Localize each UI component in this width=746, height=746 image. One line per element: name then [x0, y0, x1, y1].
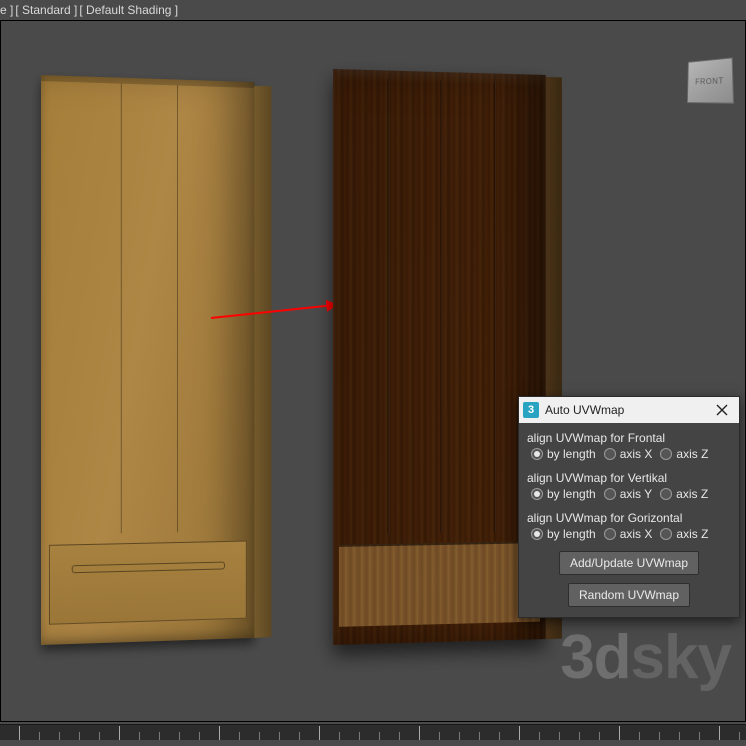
timeline-tick: [639, 732, 640, 740]
timeline-tick: [259, 732, 260, 740]
viewport-name-fragment: e ]: [0, 3, 13, 17]
timeline-tick: [199, 732, 200, 740]
group-frontal: align UVWmap for Frontal by length axis …: [527, 431, 731, 463]
timeline-tick: [299, 732, 300, 740]
viewport-shading[interactable]: [ Default Shading ]: [79, 3, 178, 17]
timeline-tick: [739, 732, 740, 740]
timeline-tick: [159, 732, 160, 740]
radio-gorizontal-x[interactable]: axis X: [604, 527, 653, 541]
timeline-tick: [19, 726, 20, 740]
timeline-tick: [619, 726, 620, 740]
timeline-tick: [119, 726, 120, 740]
timeline-tick: [539, 732, 540, 740]
viewport-label: e ] [ Standard ] [ Default Shading ]: [0, 0, 178, 20]
group-vertikal-label: align UVWmap for Vertikal: [527, 471, 731, 485]
timeline-tick: [559, 732, 560, 740]
add-update-uvwmap-button[interactable]: Add/Update UVWmap: [559, 551, 699, 575]
timeline-tick: [579, 732, 580, 740]
timeline-tick: [59, 732, 60, 740]
timeline-tick: [379, 732, 380, 740]
model-wardrobe-untextured[interactable]: [41, 75, 254, 645]
timeline-tick: [439, 732, 440, 740]
radio-frontal-x[interactable]: axis X: [604, 447, 653, 461]
radio-gorizontal-z[interactable]: axis Z: [660, 527, 708, 541]
watermark-text: sky: [631, 623, 731, 692]
viewcube-face-label: FRONT: [695, 76, 724, 86]
radio-gorizontal-length[interactable]: by length: [531, 527, 596, 541]
model-wardrobe-textured[interactable]: [333, 69, 546, 645]
timeline-tick: [679, 732, 680, 740]
timeline[interactable]: [0, 724, 746, 740]
timeline-tick: [499, 732, 500, 740]
timeline-tick: [479, 732, 480, 740]
timeline-tick: [359, 732, 360, 740]
timeline-tick: [239, 732, 240, 740]
timeline-tick: [179, 732, 180, 740]
radio-frontal-length[interactable]: by length: [531, 447, 596, 461]
timeline-tick: [519, 726, 520, 740]
dialog-title: Auto UVWmap: [545, 403, 624, 417]
viewport-mode[interactable]: [ Standard ]: [15, 3, 77, 17]
timeline-tick: [319, 726, 320, 740]
timeline-tick: [659, 732, 660, 740]
group-gorizontal: align UVWmap for Gorizontal by length ax…: [527, 511, 731, 543]
radio-frontal-z[interactable]: axis Z: [660, 447, 708, 461]
timeline-tick: [599, 732, 600, 740]
group-frontal-label: align UVWmap for Frontal: [527, 431, 731, 445]
app-icon: 3: [523, 402, 539, 418]
radio-vertikal-z[interactable]: axis Z: [660, 487, 708, 501]
timeline-tick: [39, 732, 40, 740]
group-vertikal: align UVWmap for Vertikal by length axis…: [527, 471, 731, 503]
random-uvwmap-button[interactable]: Random UVWmap: [568, 583, 690, 607]
viewcube[interactable]: FRONT: [687, 57, 734, 103]
radio-vertikal-length[interactable]: by length: [531, 487, 596, 501]
timeline-tick: [99, 732, 100, 740]
timeline-tick: [399, 732, 400, 740]
timeline-tick: [459, 732, 460, 740]
timeline-tick: [279, 732, 280, 740]
group-gorizontal-label: align UVWmap for Gorizontal: [527, 511, 731, 525]
close-icon[interactable]: [711, 400, 733, 420]
timeline-tick: [719, 726, 720, 740]
dialog-titlebar[interactable]: 3 Auto UVWmap: [519, 397, 739, 423]
timeline-tick: [139, 732, 140, 740]
timeline-tick: [699, 732, 700, 740]
timeline-tick: [219, 726, 220, 740]
timeline-tick: [339, 732, 340, 740]
timeline-tick: [419, 726, 420, 740]
auto-uvwmap-dialog: 3 Auto UVWmap align UVWmap for Frontal b…: [518, 396, 740, 618]
radio-vertikal-y[interactable]: axis Y: [604, 487, 652, 501]
watermark: 3dsky: [560, 622, 731, 693]
timeline-tick: [79, 732, 80, 740]
